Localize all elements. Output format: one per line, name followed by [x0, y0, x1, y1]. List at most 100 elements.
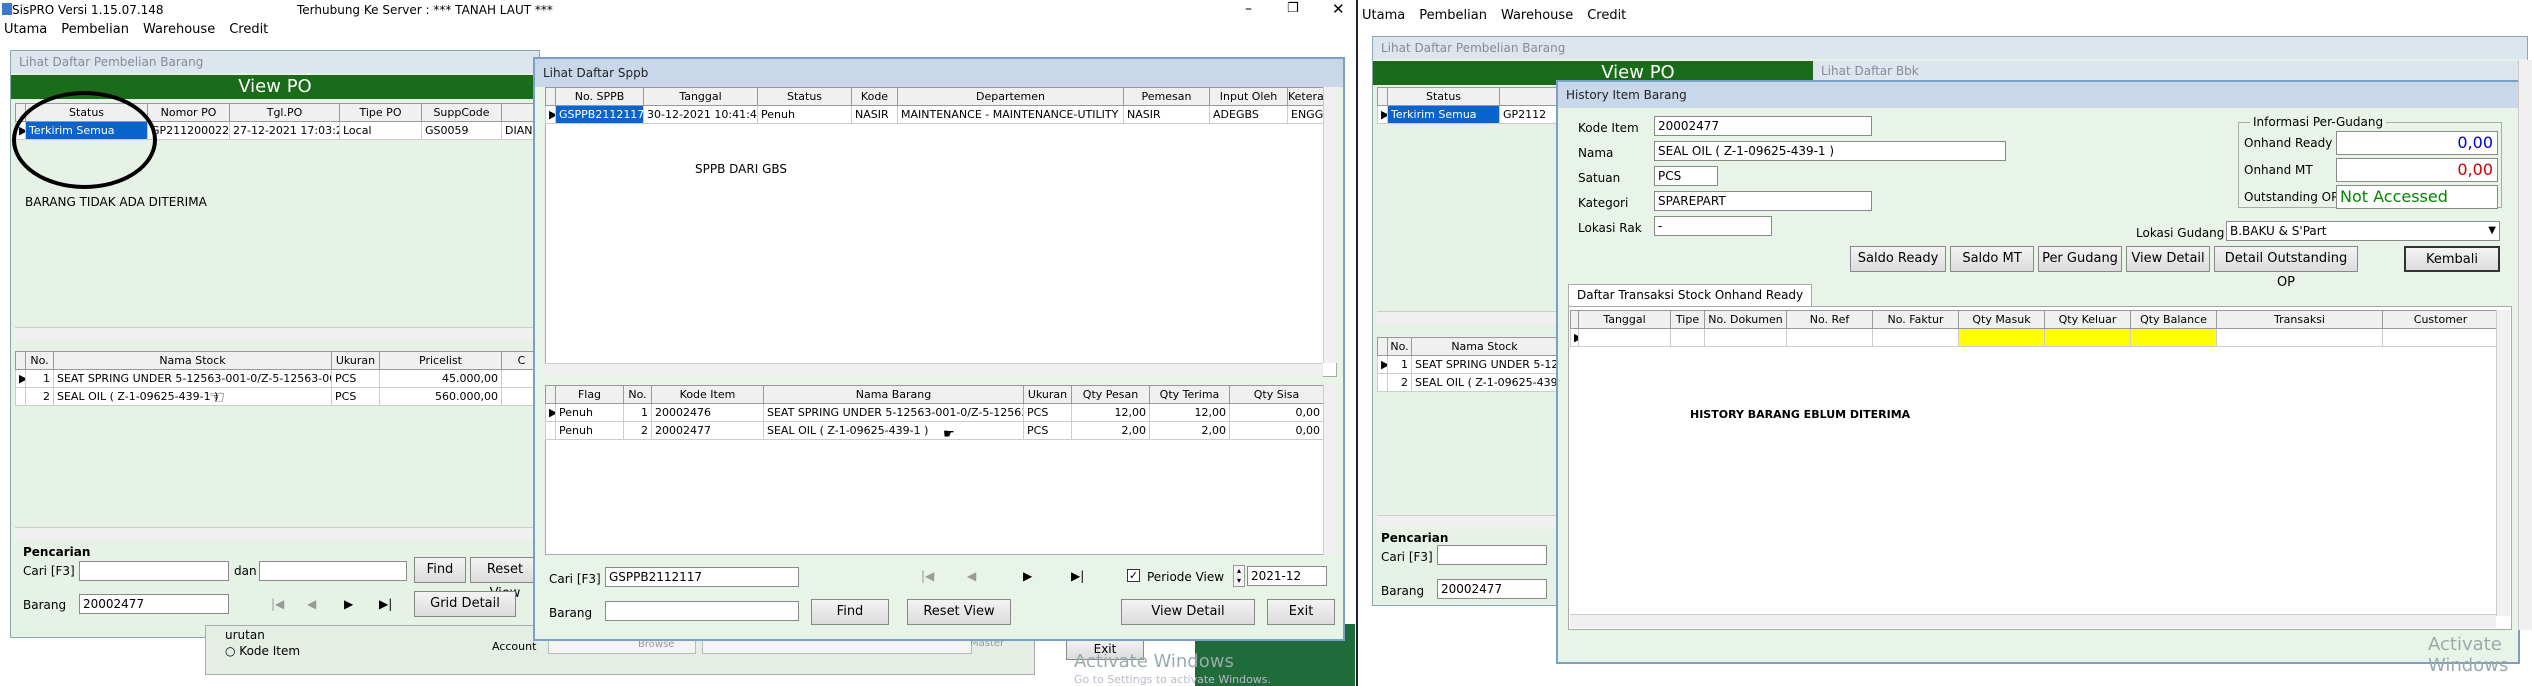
kategori-input[interactable]: SPAREPART — [1654, 191, 1872, 211]
col-no[interactable]: No. — [25, 351, 54, 370]
col-tipe[interactable]: Tipe — [1670, 310, 1705, 329]
col-qty-pesan[interactable]: Qty Pesan — [1071, 385, 1150, 404]
sppb-find-button[interactable]: Find — [811, 599, 889, 625]
menu-credit[interactable]: Credit — [229, 22, 268, 37]
barang-input[interactable]: 20002477 — [79, 594, 229, 614]
sppb-nav-last-icon[interactable]: ▶| — [1071, 569, 1084, 583]
col-no-dokumen[interactable]: No. Dokumen — [1704, 310, 1787, 329]
lokasi-gudang-select[interactable]: B.BAKU & S'Part ▼ — [2226, 221, 2500, 241]
col-no[interactable]: No. — [1387, 337, 1412, 356]
cell-qty-pesan[interactable]: 2,00 — [1071, 421, 1150, 440]
cell-status[interactable]: Terkirim Semua — [1387, 105, 1500, 124]
sppb-hscroll[interactable] — [545, 363, 1323, 377]
view-detail-button[interactable]: View Detail — [1121, 599, 1255, 625]
cell-kode-item[interactable]: 20002476 — [651, 403, 764, 422]
cell-input-oleh[interactable]: ADEGBS — [1209, 105, 1288, 124]
cell-qty-sisa[interactable]: 0,00 — [1229, 403, 1324, 422]
menu-warehouse[interactable]: Warehouse — [143, 22, 215, 37]
detail-outstanding-op-button[interactable]: Detail Outstanding OP — [2214, 246, 2358, 290]
col-qty-sisa[interactable]: Qty Sisa — [1229, 385, 1324, 404]
cell-nama-barang[interactable]: SEAL OIL ( Z-1-09625-439-1 ) — [763, 421, 1024, 440]
col-tanggal[interactable]: Tanggal — [1578, 310, 1671, 329]
restore-button[interactable]: ❐ — [1287, 1, 1299, 16]
lokasi-rak-input[interactable]: - — [1654, 216, 1772, 236]
cell-departemen[interactable]: MAINTENANCE - MAINTENANCE-UTILITY — [897, 105, 1124, 124]
view-detail-button[interactable]: View Detail — [2126, 246, 2210, 272]
cell-qty-terima[interactable]: 12,00 — [1149, 403, 1230, 422]
cell-ukuran[interactable]: PCS — [1023, 421, 1072, 440]
cell-pemesan[interactable]: NASIR — [1123, 105, 1210, 124]
cell-nama-stock[interactable]: SEAT SPRING UNDER 5-12563-001-0/Z-5-1256… — [53, 369, 332, 388]
col-ukuran[interactable]: Ukuran — [331, 351, 380, 370]
sppb-nav-next-icon[interactable]: ▶ — [1023, 569, 1032, 583]
menu-utama[interactable]: Utama — [1362, 8, 1405, 23]
right-barang-input[interactable]: 20002477 — [1437, 579, 1547, 599]
col-departemen[interactable]: Departemen — [897, 87, 1124, 106]
col-no-sppb[interactable]: No. SPPB — [555, 87, 644, 106]
cell-suppcode[interactable]: GS0059 — [421, 121, 502, 140]
cell-ukuran[interactable]: PCS — [331, 387, 380, 406]
col-nama-stock[interactable]: Nama Stock — [1411, 337, 1558, 356]
col-tanggal[interactable]: Tanggal — [643, 87, 758, 106]
col-kode-item[interactable]: Kode Item — [651, 385, 764, 404]
transaksi-vscroll[interactable] — [2496, 310, 2510, 616]
col-tipe-po[interactable]: Tipe PO — [339, 103, 422, 122]
periode-checkbox[interactable]: ✓ — [1127, 569, 1140, 582]
reset-view-button[interactable]: Reset View — [470, 557, 540, 601]
nama-input[interactable]: SEAL OIL ( Z-1-09625-439-1 ) — [1654, 141, 2006, 161]
table-row[interactable]: ▶ 1 SEAT SPRING UNDER 5-12563-001-0/Z-5-… — [15, 369, 542, 388]
sppb-detail-vscroll[interactable] — [1323, 385, 1337, 555]
close-button[interactable]: ✕ — [1332, 0, 1345, 18]
col-status[interactable]: Status — [1387, 87, 1500, 106]
cell-ukuran[interactable]: PCS — [331, 369, 380, 388]
sppb-nav-first-icon[interactable]: |◀ — [921, 569, 934, 583]
col-suppcode[interactable]: SuppCode — [421, 103, 502, 122]
minimize-button[interactable]: – — [1245, 1, 1252, 17]
right-po-hscroll[interactable] — [1377, 311, 1557, 325]
table-row[interactable]: 2 SEAL OIL ( Z-1-09625-439-1 — [1377, 373, 1558, 392]
table-row[interactable]: ▶ Terkirim Semua GP2112 — [1377, 105, 1558, 124]
periode-input[interactable]: 2021-12 — [1247, 566, 1327, 586]
per-gudang-button[interactable]: Per Gudang — [2038, 246, 2122, 272]
sppb-reset-button[interactable]: Reset View — [907, 599, 1011, 625]
col-qty-masuk[interactable]: Qty Masuk — [1958, 310, 2045, 329]
col-kode[interactable]: Kode — [851, 87, 898, 106]
right-cari-input[interactable] — [1437, 545, 1547, 565]
cell-qty-pesan[interactable]: 12,00 — [1071, 403, 1150, 422]
periode-spinner-icon[interactable]: ▴ ▾ — [1233, 565, 1245, 587]
cell-no-sppb[interactable]: GSPPB2112117 — [555, 105, 644, 124]
col-no[interactable]: No. — [623, 385, 652, 404]
cell-nama-stock[interactable]: SEAL OIL ( Z-1-09625-439-1 ) — [53, 387, 332, 406]
saldo-mt-button[interactable]: Saldo MT — [1950, 246, 2034, 272]
saldo-ready-button[interactable]: Saldo Ready — [1850, 246, 1946, 272]
cell-pricelist[interactable]: 45.000,00 — [379, 369, 502, 388]
cell-qty-terima[interactable]: 2,00 — [1149, 421, 1230, 440]
table-row[interactable]: 2 SEAL OIL ( Z-1-09625-439-1 ) PCS 560.0… — [15, 387, 542, 406]
tab-daftar-transaksi[interactable]: Daftar Transaksi Stock Onhand Ready — [1568, 284, 1813, 306]
sppb-vscroll[interactable] — [1323, 87, 1337, 363]
col-pemesan[interactable]: Pemesan — [1123, 87, 1210, 106]
sppb-nav-prev-icon[interactable]: ◀ — [967, 569, 976, 583]
cell-nomor-po[interactable]: GP2112 — [1499, 105, 1558, 124]
cell-ukuran[interactable]: PCS — [1023, 403, 1072, 422]
table-row[interactable]: Penuh 2 20002477 SEAL OIL ( Z-1-09625-43… — [545, 421, 1324, 440]
nav-next-icon[interactable]: ▶ — [344, 597, 353, 611]
menu-utama[interactable]: Utama — [4, 22, 47, 37]
cari-input[interactable] — [79, 561, 229, 581]
kembali-button[interactable]: Kembali — [2404, 246, 2500, 272]
chevron-down-icon[interactable]: ▼ — [2488, 222, 2496, 240]
cell-nama-barang[interactable]: SEAT SPRING UNDER 5-12563-001-0/Z-5-1256… — [763, 403, 1024, 422]
col-nomor-po[interactable]: Nomor PO — [147, 103, 230, 122]
table-row[interactable]: ▶ — [1570, 328, 2499, 347]
po-detail-hscroll[interactable] — [15, 527, 541, 541]
menu-warehouse[interactable]: Warehouse — [1501, 8, 1573, 23]
cell-qty-sisa[interactable]: 0,00 — [1229, 421, 1324, 440]
cari-input-2[interactable] — [259, 561, 407, 581]
cell-flag[interactable]: Penuh — [555, 421, 624, 440]
sppb-exit-button[interactable]: Exit — [1267, 599, 1335, 625]
right-detail-hscroll[interactable] — [1377, 515, 1557, 529]
cell-tgl-po[interactable]: 27-12-2021 17:03:20 — [229, 121, 340, 140]
col-status[interactable]: Status — [757, 87, 852, 106]
sppb-barang-input[interactable] — [605, 601, 799, 621]
menu-pembelian[interactable]: Pembelian — [61, 22, 129, 37]
